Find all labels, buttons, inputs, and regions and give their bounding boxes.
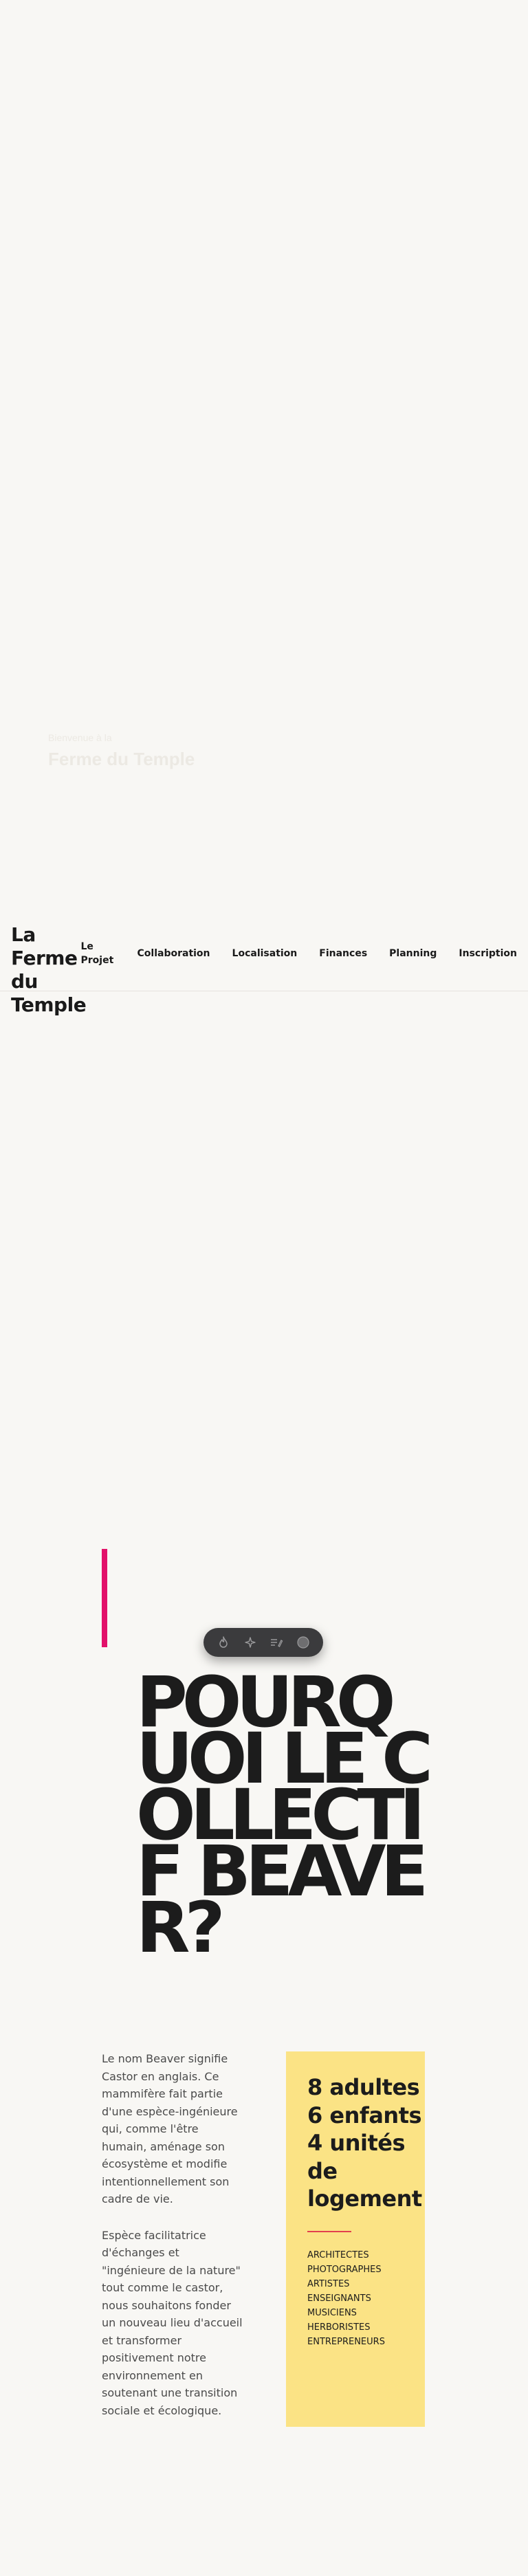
profession-item: ARTISTES [307, 2278, 350, 2289]
list-edit-icon[interactable] [267, 1633, 286, 1652]
stat-children: 6 enfants [307, 2102, 422, 2128]
intro-paragraph: Le nom Beaver signifie Castor en anglais… [102, 2052, 238, 2205]
floating-toolbar [204, 1628, 323, 1657]
nav-label-line: Le [80, 941, 94, 953]
hero-faint-text: Bienvenue à la Ferme du Temple [48, 732, 195, 770]
nav-link-finances[interactable]: Finances [319, 947, 367, 961]
profession-item: ENTREPRENEURS [307, 2336, 385, 2347]
nav-link-localisation[interactable]: Localisation [232, 947, 298, 961]
profession-item: HERBORISTES [307, 2322, 371, 2333]
card-divider [307, 2230, 351, 2232]
profession-item: ENSEIGNANTS [307, 2293, 371, 2304]
hero-title: Ferme du Temple [48, 749, 195, 769]
nav-link-planning[interactable]: Planning [389, 947, 437, 961]
stats-card: 8 adultes 6 enfants 4 unités de logement… [286, 2051, 425, 2427]
profession-item: MUSICIENS [307, 2307, 357, 2318]
intro-text: Le nom Beaver signifie Castor en anglais… [102, 2050, 246, 2438]
main-nav: Le Projet Collaboration Localisation Fin… [81, 918, 528, 991]
nav-label-line: Projet [80, 955, 114, 966]
profession-item: ARCHITECTES [307, 2249, 369, 2260]
hero-subtitle: Bienvenue à la [48, 732, 112, 743]
flame-icon[interactable] [214, 1633, 233, 1652]
logo-line: Temple [11, 993, 87, 1017]
sparkles-icon[interactable] [241, 1633, 260, 1652]
nav-link-collaboration[interactable]: Collaboration [138, 947, 210, 961]
accent-bar [102, 1549, 107, 1647]
stat-housing-units: 4 unités de logement [307, 2130, 422, 2212]
profession-item: PHOTOGRAPHES [307, 2264, 382, 2275]
intro-paragraph: Espèce facilitatrice d'échanges et "ingé… [102, 2228, 243, 2417]
stat-adults: 8 adultes [307, 2074, 420, 2100]
section-title: POURQUOI LE COLLECTIF BEAVER? [136, 1662, 433, 1969]
site-header: La Ferme du Temple Le Projet Collaborati… [0, 918, 528, 1016]
record-icon[interactable] [294, 1633, 313, 1652]
nav-link-inscription[interactable]: Inscription [459, 947, 517, 961]
nav-link-le-projet[interactable]: Le Projet [81, 940, 114, 967]
